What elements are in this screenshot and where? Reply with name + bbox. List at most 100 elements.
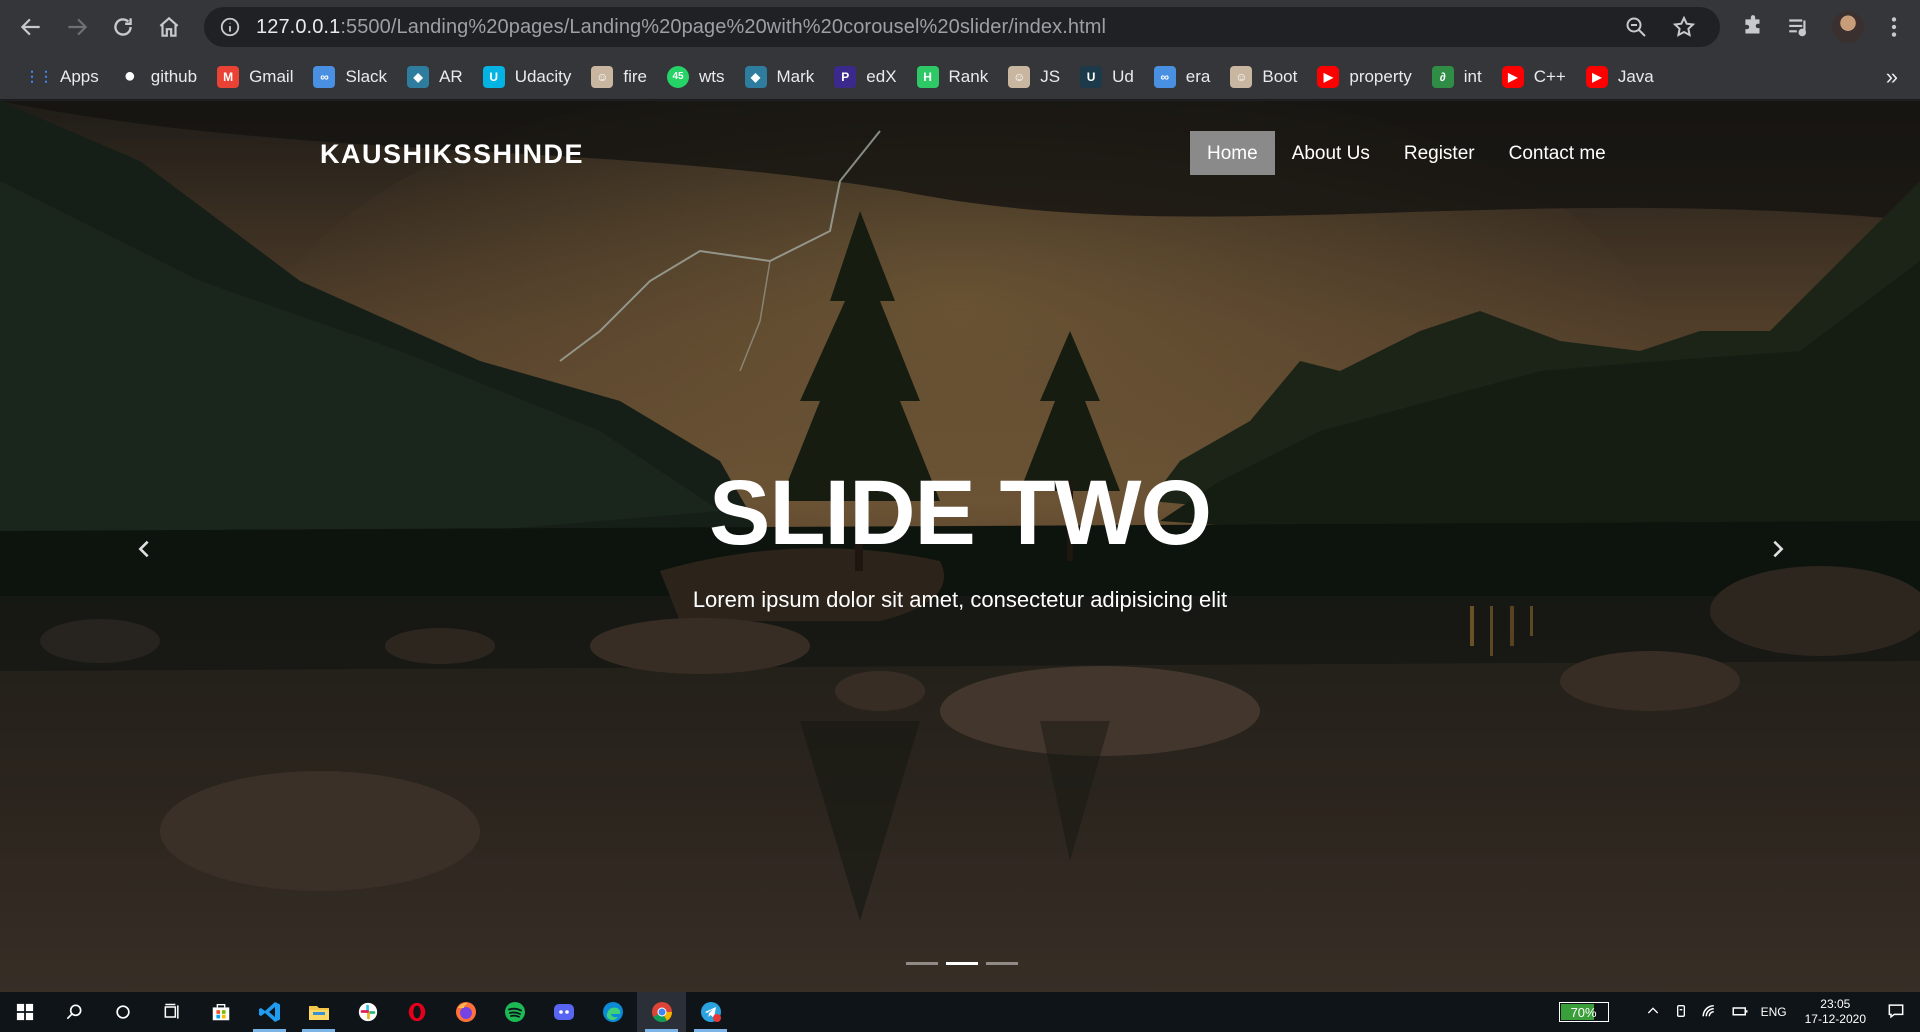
bookmark-label: Ud xyxy=(1112,66,1134,86)
bookmark-era[interactable]: ∞ era xyxy=(1144,60,1221,94)
youtube-icon: ▶ xyxy=(1585,65,1608,88)
bookmark-label: github xyxy=(150,66,198,86)
address-bar[interactable]: 127.0.0.1:5500/Landing%20pages/Landing%2… xyxy=(204,7,1720,47)
bookmark-slack[interactable]: ∞ Slack xyxy=(303,60,397,94)
whatsapp-icon: 45 xyxy=(667,65,689,88)
bookmark-js[interactable]: ☺ JS xyxy=(998,60,1070,94)
clock-date: 17-12-2020 xyxy=(1804,1012,1866,1026)
bookmark-udacity[interactable]: U Udacity xyxy=(473,60,582,94)
bookmark-java[interactable]: ▶ Java xyxy=(1576,60,1664,94)
bookmark-wts[interactable]: 45 wts xyxy=(657,60,735,94)
carousel-indicator[interactable] xyxy=(906,962,938,965)
menu-icon[interactable] xyxy=(1874,0,1914,54)
nav-register[interactable]: Register xyxy=(1387,131,1492,175)
bookmark-label: Gmail xyxy=(249,66,294,86)
bookmark-rank[interactable]: H Rank xyxy=(907,60,999,94)
url-text[interactable]: 127.0.0.1:5500/Landing%20pages/Landing%2… xyxy=(256,16,1106,39)
bookmark-label: property xyxy=(1349,66,1412,86)
brand-logo[interactable]: KAUSHIKSSHINDE xyxy=(320,139,584,170)
slide-caption: Lorem ipsum dolor sit amet, consectetur … xyxy=(692,587,1228,612)
bookmark-badge: 45 xyxy=(672,71,684,82)
discord-icon[interactable] xyxy=(539,992,588,1032)
bookmark-label: Boot xyxy=(1262,66,1298,86)
nav-contact-me[interactable]: Contact me xyxy=(1492,131,1623,175)
store-icon[interactable] xyxy=(196,992,245,1032)
telegram-icon[interactable] xyxy=(686,992,735,1032)
nav-label: Contact me xyxy=(1508,143,1606,164)
bookmark-ud[interactable]: U Ud xyxy=(1070,60,1144,94)
windows-taskbar: 70% ENG 23:05 17-12-2020 xyxy=(0,992,1920,1032)
media-icon[interactable] xyxy=(1776,0,1822,54)
bookmark-edx[interactable]: PedX xyxy=(824,60,906,94)
nav-label: Home xyxy=(1207,143,1258,164)
firefox-icon[interactable] xyxy=(441,992,490,1032)
system-tray: 70% ENG 23:05 17-12-2020 xyxy=(1558,992,1920,1032)
language-indicator[interactable]: ENG xyxy=(1761,1005,1787,1019)
slack-icon[interactable] xyxy=(343,992,392,1032)
url-host: 127.0.0.1 xyxy=(256,15,341,38)
nav-label: Register xyxy=(1403,143,1475,164)
face-icon: ☺ xyxy=(1008,65,1031,88)
extensions-icon[interactable] xyxy=(1730,0,1776,54)
vscode-icon[interactable] xyxy=(245,992,294,1032)
bookmark-c-[interactable]: ▶ C++ xyxy=(1492,60,1576,94)
notifications-icon[interactable] xyxy=(1886,1001,1906,1024)
info-icon[interactable] xyxy=(218,15,242,39)
face-icon: ☺ xyxy=(591,65,614,88)
hero-carousel: KAUSHIKSSHINDE Home About Us Register Co… xyxy=(0,101,1920,992)
cortana-icon[interactable] xyxy=(98,992,147,1032)
battery-icon[interactable] xyxy=(1731,1002,1749,1023)
reload-icon[interactable] xyxy=(100,0,146,54)
bookmark-boot[interactable]: ☺ Boot xyxy=(1220,60,1307,94)
carousel-indicator-active[interactable] xyxy=(946,962,978,965)
forward-icon[interactable] xyxy=(54,0,100,54)
p-icon: P xyxy=(834,65,857,88)
profile-avatar[interactable] xyxy=(1832,11,1864,43)
youtube-icon: ▶ xyxy=(1501,65,1524,88)
wifi-icon[interactable] xyxy=(1701,1002,1719,1023)
star-icon[interactable] xyxy=(1672,15,1696,44)
bookmark-ar[interactable]: ◆ AR xyxy=(397,60,473,94)
bookmark-github[interactable]: ● github xyxy=(109,60,207,94)
carousel-indicators xyxy=(906,962,1018,965)
github-icon: ● xyxy=(123,65,136,87)
chrome-icon[interactable] xyxy=(637,992,686,1032)
bookmarks-overflow-button[interactable]: » xyxy=(1886,64,1898,90)
udacity-icon: U xyxy=(482,65,505,88)
zoom-icon[interactable] xyxy=(1624,15,1648,44)
edge-icon[interactable] xyxy=(588,992,637,1032)
infinity-icon: ∞ xyxy=(313,65,336,88)
apps-grid-icon: ⋮⋮ xyxy=(25,68,53,84)
globe-icon: ◆ xyxy=(407,65,430,88)
bookmark-label: Rank xyxy=(948,66,989,86)
file-explorer-icon[interactable] xyxy=(294,992,343,1032)
bookmark-label: Apps xyxy=(60,66,99,86)
carousel-indicator[interactable] xyxy=(986,962,1018,965)
youtube-icon: ▶ xyxy=(1317,65,1340,88)
bookmark-property[interactable]: ▶ property xyxy=(1307,60,1421,94)
nav-about-us[interactable]: About Us xyxy=(1275,131,1387,175)
chevron-up-icon[interactable] xyxy=(1645,1003,1661,1022)
bookmark-gmail[interactable]: M Gmail xyxy=(207,60,303,94)
udemy-icon: U xyxy=(1080,65,1103,88)
search-icon[interactable] xyxy=(49,992,98,1032)
nav-home[interactable]: Home xyxy=(1190,131,1275,175)
bookmark-label: int xyxy=(1463,66,1482,86)
clock-time: 23:05 xyxy=(1820,997,1851,1011)
opera-icon[interactable] xyxy=(392,992,441,1032)
clock[interactable]: 23:05 17-12-2020 xyxy=(1805,997,1866,1027)
start-icon[interactable] xyxy=(0,992,49,1032)
home-icon[interactable] xyxy=(146,0,192,54)
spotify-icon[interactable] xyxy=(490,992,539,1032)
back-icon[interactable] xyxy=(8,0,54,54)
battery-indicator[interactable]: 70% xyxy=(1558,1002,1609,1022)
toolbar-right xyxy=(1730,0,1920,54)
bookmark-fire[interactable]: ☺ fire xyxy=(581,60,657,94)
bookmark-label: AR xyxy=(439,66,463,86)
bookmark-label: edX xyxy=(866,66,897,86)
bookmark-mark[interactable]: ◆ Mark xyxy=(735,60,825,94)
task-view-icon[interactable] xyxy=(147,992,196,1032)
bookmark-apps[interactable]: ⋮⋮ Apps xyxy=(18,60,109,94)
bookmark-int[interactable]: ∂ int xyxy=(1422,60,1492,94)
power-icon[interactable] xyxy=(1673,1003,1689,1022)
